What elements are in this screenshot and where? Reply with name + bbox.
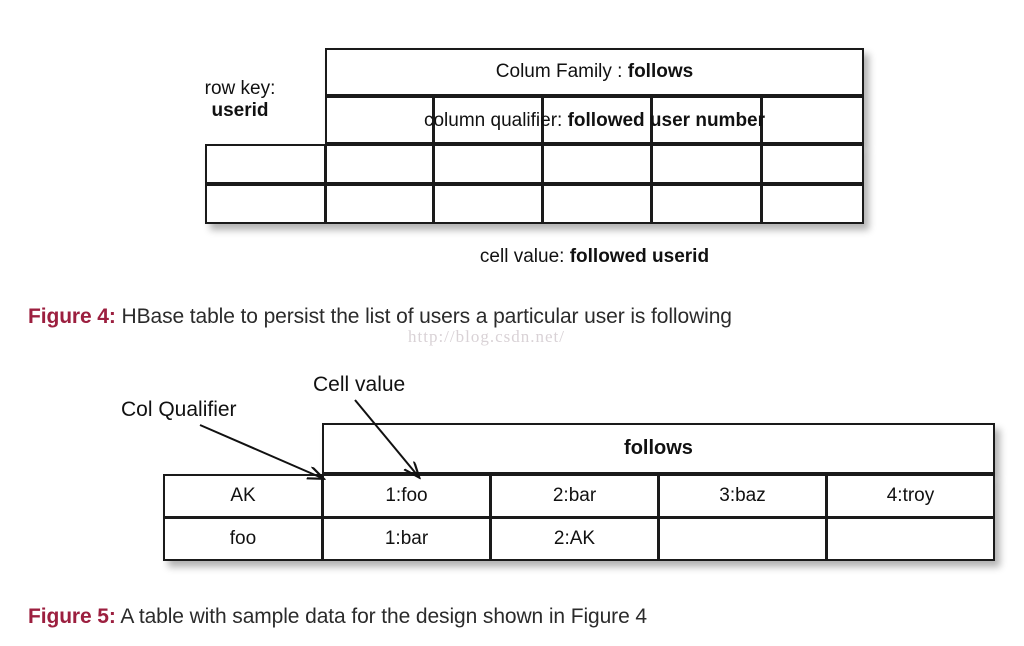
fig4-row2-cell-2	[433, 184, 543, 224]
fig5-row1-key-cell: AK	[163, 474, 323, 518]
arrow-col-qualifier	[199, 424, 322, 478]
fig4-row1-cell-3	[542, 144, 652, 184]
figure-page: row key: userid Colum Family : follows c…	[0, 0, 1024, 646]
figure5-caption-text: A table with sample data for the design …	[115, 605, 647, 628]
fig4-row2-cell-4	[651, 184, 762, 224]
row-key-label-line2: userid	[211, 100, 269, 121]
fig4-row2-cell-1	[325, 184, 434, 224]
fig4-row1-key-cell	[205, 144, 326, 184]
fig5-row2-cell-1: 1:bar	[322, 517, 491, 561]
fig5-row1-cell-2: 2:bar	[490, 474, 659, 518]
fig4-column-family-text: Colum Family : follows	[495, 61, 694, 83]
fig4-row2-cell-5	[761, 184, 864, 224]
figure4-caption: Figure 4: HBase table to persist the lis…	[28, 305, 732, 329]
fig5-row1-cell-4: 4:troy	[826, 474, 995, 518]
figure5-caption-number: Figure 5:	[28, 605, 116, 628]
watermark: http://blog.csdn.net/	[408, 327, 565, 346]
fig4-column-qualifier-text: column qualifier: followed user number	[423, 110, 766, 131]
fig5-row2-cell-4	[826, 517, 995, 561]
fig5-row2-cell-3	[658, 517, 827, 561]
row-key-label: row key: userid	[166, 78, 314, 122]
fig5-row2-cell-2: 2:AK	[490, 517, 659, 561]
figure5-caption: Figure 5: A table with sample data for t…	[28, 605, 647, 629]
figure4-caption-text: HBase table to persist the list of users…	[115, 305, 732, 328]
fig5-row1-cell-3: 3:baz	[658, 474, 827, 518]
fig4-row1-cell-2	[433, 144, 543, 184]
fig5-row1-cell-1: 1:foo	[322, 474, 491, 518]
row-key-label-line1: row key:	[204, 78, 276, 99]
fig4-column-family-cell: Colum Family : follows	[325, 48, 864, 96]
fig4-row1-cell-5	[761, 144, 864, 184]
fig4-row1-cell-1	[325, 144, 434, 184]
fig5-column-family-header: follows	[322, 423, 995, 474]
figure4-caption-number: Figure 4:	[28, 305, 116, 328]
annotation-label-cell-value: Cell value	[313, 373, 406, 396]
fig4-row2-cell-3	[542, 184, 652, 224]
fig5-row2-key-cell: foo	[163, 517, 323, 561]
fig4-row2-key-cell	[205, 184, 326, 224]
fig4-row1-cell-4	[651, 144, 762, 184]
fig4-cell-value-note: cell value: followed userid	[479, 246, 710, 267]
annotation-label-col-qualifier: Col Qualifier	[121, 398, 237, 421]
